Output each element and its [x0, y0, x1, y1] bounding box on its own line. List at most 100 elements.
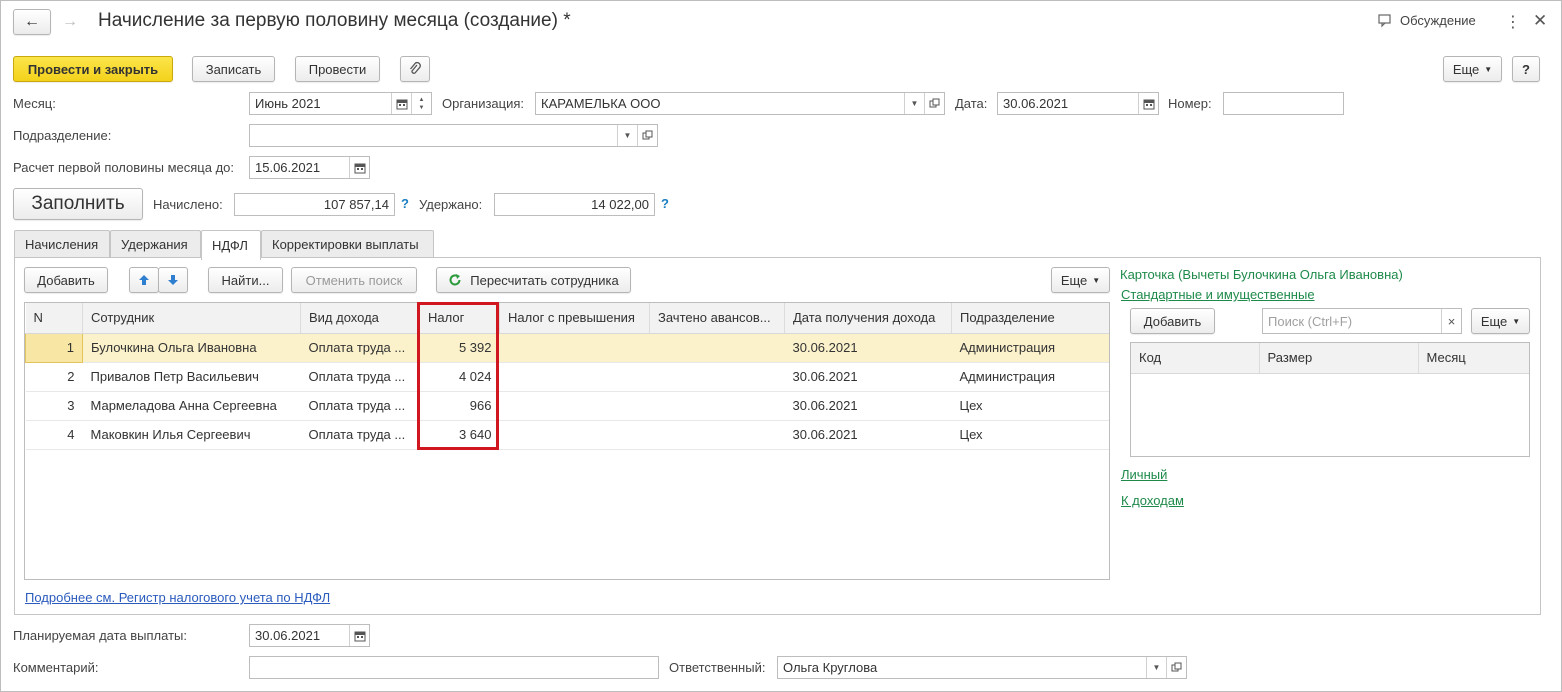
col-header-n[interactable]: N	[25, 303, 83, 334]
table-row[interactable]: 1 Булочкина Ольга Ивановна Оплата труда …	[25, 332, 1109, 363]
cell-n[interactable]: 2	[25, 362, 83, 392]
cell-income-type[interactable]: Оплата труда ...	[300, 333, 420, 363]
cell-advances[interactable]	[649, 362, 785, 392]
table-row[interactable]: 4 Маковкин Илья Сергеевич Оплата труда .…	[25, 420, 1109, 450]
attach-button[interactable]	[400, 56, 430, 82]
fill-button[interactable]: Заполнить	[13, 188, 143, 220]
to-income-link[interactable]: К доходам	[1121, 493, 1184, 508]
cell-employee[interactable]: Мармеладова Анна Сергеевна	[82, 391, 301, 421]
organization-open-button[interactable]	[924, 93, 944, 114]
cell-division[interactable]: Цех	[951, 420, 1109, 450]
cell-excess-tax[interactable]	[499, 391, 650, 421]
post-and-close-button[interactable]: Провести и закрыть	[13, 56, 173, 82]
responsible-open-button[interactable]	[1166, 657, 1186, 678]
cell-income-type[interactable]: Оплата труда ...	[300, 362, 420, 392]
cell-income-date[interactable]: 30.06.2021	[784, 362, 952, 392]
subdivision-field[interactable]: ▼	[249, 124, 658, 147]
ndfl-more-button[interactable]: Еще ▼	[1051, 267, 1110, 293]
responsible-field[interactable]: Ольга Круглова ▼	[777, 656, 1187, 679]
cell-income-date[interactable]: 30.06.2021	[784, 420, 952, 450]
cell-division[interactable]: Администрация	[951, 333, 1109, 363]
deduction-search-input[interactable]: Поиск (Ctrl+F) ×	[1262, 308, 1462, 334]
cancel-search-button[interactable]: Отменить поиск	[291, 267, 417, 293]
cell-employee[interactable]: Булочкина Ольга Ивановна	[82, 333, 301, 363]
move-up-button[interactable]	[129, 267, 159, 293]
col-header-excess-tax[interactable]: Налог с превышения	[499, 303, 650, 334]
cell-income-type[interactable]: Оплата труда ...	[300, 420, 420, 450]
standard-deductions-link[interactable]: Стандартные и имущественные	[1121, 287, 1315, 302]
cell-advances[interactable]	[649, 333, 785, 363]
cell-income-type[interactable]: Оплата труда ...	[300, 391, 420, 421]
save-button[interactable]: Записать	[192, 56, 275, 82]
responsible-dropdown[interactable]: ▼	[1146, 657, 1166, 678]
calc-until-calendar-button[interactable]	[349, 157, 369, 178]
organization-dropdown[interactable]: ▼	[904, 93, 924, 114]
cell-division[interactable]: Администрация	[951, 362, 1109, 392]
cell-n[interactable]: 3	[25, 391, 83, 421]
tab-deductions[interactable]: Удержания	[110, 230, 201, 258]
cell-excess-tax[interactable]	[499, 420, 650, 450]
cell-employee[interactable]: Маковкин Илья Сергеевич	[82, 420, 301, 450]
move-down-button[interactable]	[158, 267, 188, 293]
post-button[interactable]: Провести	[295, 56, 380, 82]
table-row[interactable]: 3 Мармеладова Анна Сергеевна Оплата труд…	[25, 391, 1109, 421]
date-calendar-button[interactable]	[1138, 93, 1158, 114]
calendar-button[interactable]	[391, 93, 411, 114]
cell-advances[interactable]	[649, 420, 785, 450]
cell-n[interactable]: 1	[25, 332, 83, 363]
cell-division[interactable]: Цех	[951, 391, 1109, 421]
back-button[interactable]: ←	[13, 9, 51, 35]
add-deduction-button[interactable]: Добавить	[1130, 308, 1215, 334]
menu-dots-icon[interactable]: ⋮	[1505, 12, 1521, 32]
col-header-amount[interactable]: Размер	[1259, 343, 1419, 374]
col-header-code[interactable]: Код	[1131, 343, 1260, 374]
forward-button[interactable]: →	[58, 9, 82, 35]
tab-payment-adjustments[interactable]: Корректировки выплаты	[261, 230, 434, 258]
add-row-button[interactable]: Добавить	[24, 267, 108, 293]
cell-employee[interactable]: Привалов Петр Васильевич	[82, 362, 301, 392]
cell-n[interactable]: 4	[25, 420, 83, 450]
number-field[interactable]	[1223, 92, 1344, 115]
col-header-division[interactable]: Подразделение	[951, 303, 1109, 334]
accrued-field[interactable]: 107 857,14	[234, 193, 395, 216]
table-row[interactable]: 2 Привалов Петр Васильевич Оплата труда …	[25, 362, 1109, 392]
find-button[interactable]: Найти...	[208, 267, 283, 293]
cell-tax[interactable]: 3 640	[419, 420, 500, 450]
withheld-help-icon[interactable]: ?	[661, 196, 669, 211]
col-header-income-type[interactable]: Вид дохода	[300, 303, 420, 334]
help-button[interactable]: ?	[1512, 56, 1540, 82]
withheld-field[interactable]: 14 022,00	[494, 193, 655, 216]
tab-ndfl[interactable]: НДФЛ	[201, 230, 261, 260]
cell-excess-tax[interactable]	[499, 333, 650, 363]
tab-accruals[interactable]: Начисления	[14, 230, 110, 258]
col-header-advances[interactable]: Зачтено авансов...	[649, 303, 785, 334]
organization-field[interactable]: КАРАМЕЛЬКА ООО ▼	[535, 92, 945, 115]
deduction-more-button[interactable]: Еще ▼	[1471, 308, 1530, 334]
personal-link[interactable]: Личный	[1121, 467, 1167, 482]
col-header-income-date[interactable]: Дата получения дохода	[784, 303, 952, 334]
subdivision-dropdown[interactable]: ▼	[617, 125, 637, 146]
discussion-button[interactable]: Обсуждение	[1378, 13, 1476, 28]
clear-search-button[interactable]: ×	[1441, 309, 1461, 333]
cell-excess-tax[interactable]	[499, 362, 650, 392]
close-icon[interactable]: ✕	[1533, 11, 1547, 31]
accrued-help-icon[interactable]: ?	[401, 196, 409, 211]
col-header-month[interactable]: Месяц	[1418, 343, 1529, 374]
pay-date-calendar-button[interactable]	[349, 625, 369, 646]
calc-until-field[interactable]: 15.06.2021	[249, 156, 370, 179]
cell-income-date[interactable]: 30.06.2021	[784, 333, 952, 363]
cell-income-date[interactable]: 30.06.2021	[784, 391, 952, 421]
month-spinner[interactable]: ▲ ▼	[411, 93, 431, 114]
date-field[interactable]: 30.06.2021	[997, 92, 1159, 115]
ndfl-register-link[interactable]: Подробнее см. Регистр налогового учета п…	[25, 590, 330, 605]
col-header-employee[interactable]: Сотрудник	[82, 303, 301, 334]
cell-advances[interactable]	[649, 391, 785, 421]
col-header-tax[interactable]: Налог	[419, 303, 500, 334]
cell-tax[interactable]: 4 024	[419, 362, 500, 392]
subdivision-open-button[interactable]	[637, 125, 657, 146]
month-field[interactable]: Июнь 2021 ▲ ▼	[249, 92, 432, 115]
more-button[interactable]: Еще ▼	[1443, 56, 1502, 82]
pay-date-field[interactable]: 30.06.2021	[249, 624, 370, 647]
comment-field[interactable]	[249, 656, 659, 679]
recalculate-employee-button[interactable]: Пересчитать сотрудника	[436, 267, 631, 293]
